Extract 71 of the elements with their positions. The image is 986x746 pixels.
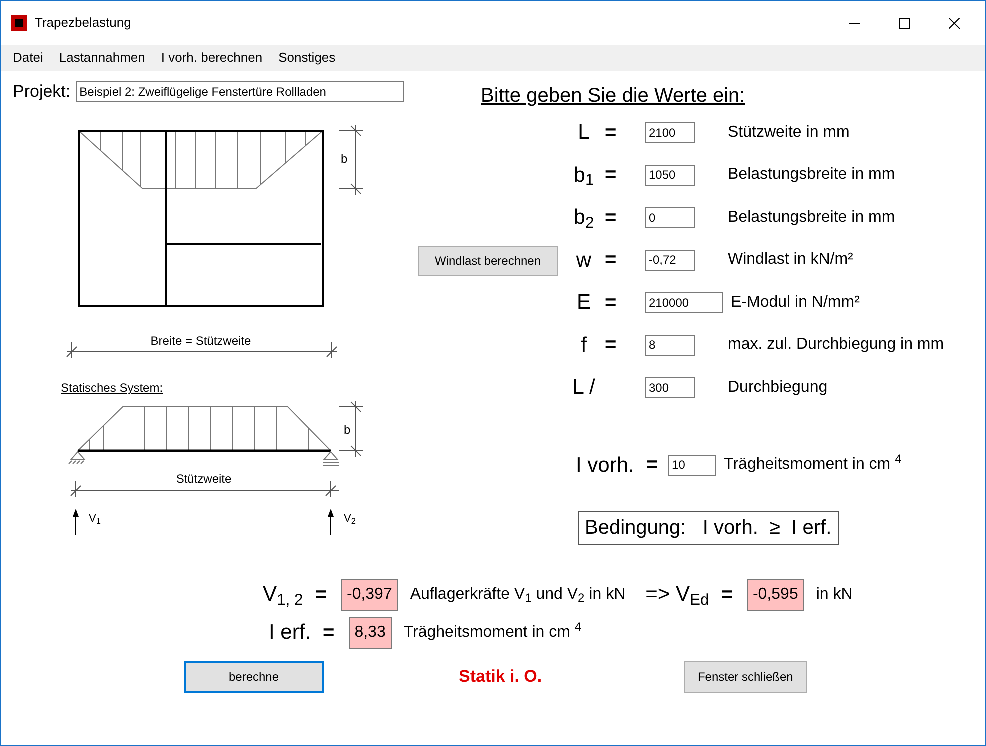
symbol-label: b$_{1}$ (572, 162, 596, 191)
window-title: Trapezbelastung (35, 14, 132, 32)
unit-label: Auflagerkräfte V$_{1}$ und V$_{2}$ in kN (410, 585, 626, 607)
section-title: Statisches System: (61, 380, 164, 394)
calculate-button[interactable]: berechne (184, 661, 324, 693)
arrow-icon (328, 508, 334, 535)
menu-item[interactable]: Sonstiges (270, 48, 344, 68)
arrow-icon (73, 508, 79, 535)
project-label: Projekt: (13, 81, 71, 103)
result-value: 8,33 (348, 617, 392, 649)
equals-sign: = (721, 583, 733, 608)
support-label: V$_{2}$ (344, 512, 356, 527)
windload-button[interactable]: Windlast berechnen (418, 246, 558, 276)
dimension-line (338, 400, 364, 457)
value-field[interactable]: -0,72 (645, 250, 695, 271)
symbol-label: b$_{2}$ (572, 205, 596, 234)
equals-sign: = (605, 122, 617, 144)
unit-label: max. zul. Durchbiegung in mm (728, 335, 944, 356)
equals-sign: = (605, 249, 617, 272)
result-value: -0,397 (340, 579, 398, 611)
value-field[interactable]: 2100 (645, 122, 695, 144)
support-label: V$_{1}$ (89, 512, 101, 527)
unit-label: Trägheitsmoment in cm $^{4}$ (724, 453, 902, 476)
unit-label: Trägheitsmoment in cm $^{4}$ (404, 621, 582, 643)
symbol-label: f (580, 332, 588, 358)
dimension-label: Breite = Stützweite (150, 334, 252, 348)
value-field[interactable]: 300 (645, 377, 695, 398)
close-window-button[interactable]: Fenster schließen (684, 661, 808, 693)
status-text: Statik i. O. (459, 666, 542, 688)
dimension-line (338, 124, 364, 195)
symbol-label: E (576, 290, 592, 316)
equals-sign: = (605, 334, 617, 356)
maximize-icon[interactable] (898, 18, 910, 28)
unit-label: in kN (816, 585, 853, 605)
symbol-label: => V$_{Ed}$ (646, 582, 710, 611)
dimension-label: b (344, 422, 351, 436)
unit-label: Windlast in kN/m² (728, 250, 854, 270)
project-field[interactable]: Beispiel 2: Zweiflügelige Fenstertüre Rollladen (76, 81, 404, 102)
symbol-label: I erf. (269, 620, 312, 646)
value-field[interactable]: 0 (645, 207, 695, 228)
unit-label: Belastungsbreite in mm (728, 165, 896, 186)
unit-label: E-Modul in N/mm² (731, 292, 861, 313)
equals-sign: = (605, 292, 617, 314)
menu-item[interactable]: Datei (5, 48, 52, 68)
value-field[interactable]: 1050 (645, 164, 695, 186)
equals-sign: = (323, 621, 335, 646)
unit-label: Durchbiegung (728, 378, 829, 398)
symbol-label: w (575, 248, 593, 274)
value-field[interactable]: 210000 (645, 292, 723, 314)
equals-sign: = (605, 206, 617, 229)
minimize-icon[interactable] (848, 22, 860, 24)
value-field[interactable]: 8 (645, 334, 695, 356)
symbol-label: V$_{1, 2}$ (263, 582, 304, 611)
equals-sign: = (605, 164, 617, 186)
dimension-label: Stützweite (176, 472, 232, 486)
section-heading: Bitte geben Sie die Werte ein: (481, 84, 746, 109)
condition-box: Bedingung: I vorh. ≥ I erf. (578, 511, 839, 545)
value-field[interactable]: 10 (668, 454, 716, 476)
dimension-label: b (341, 152, 348, 166)
app-icon (11, 15, 27, 31)
equals-sign: = (646, 453, 658, 478)
menu-item[interactable]: I vorh. berechnen (153, 48, 271, 68)
menu-item[interactable]: Lastannahmen (51, 48, 154, 68)
unit-label: Stützweite in mm (728, 122, 851, 143)
symbol-label: L (577, 120, 591, 146)
equals-sign: = (315, 583, 327, 608)
result-value: -0,595 (746, 579, 804, 611)
close-icon[interactable] (948, 18, 960, 28)
unit-label: Belastungsbreite in mm (728, 208, 896, 228)
symbol-label: L / (572, 375, 596, 401)
symbol-label: I vorh. (576, 452, 634, 478)
